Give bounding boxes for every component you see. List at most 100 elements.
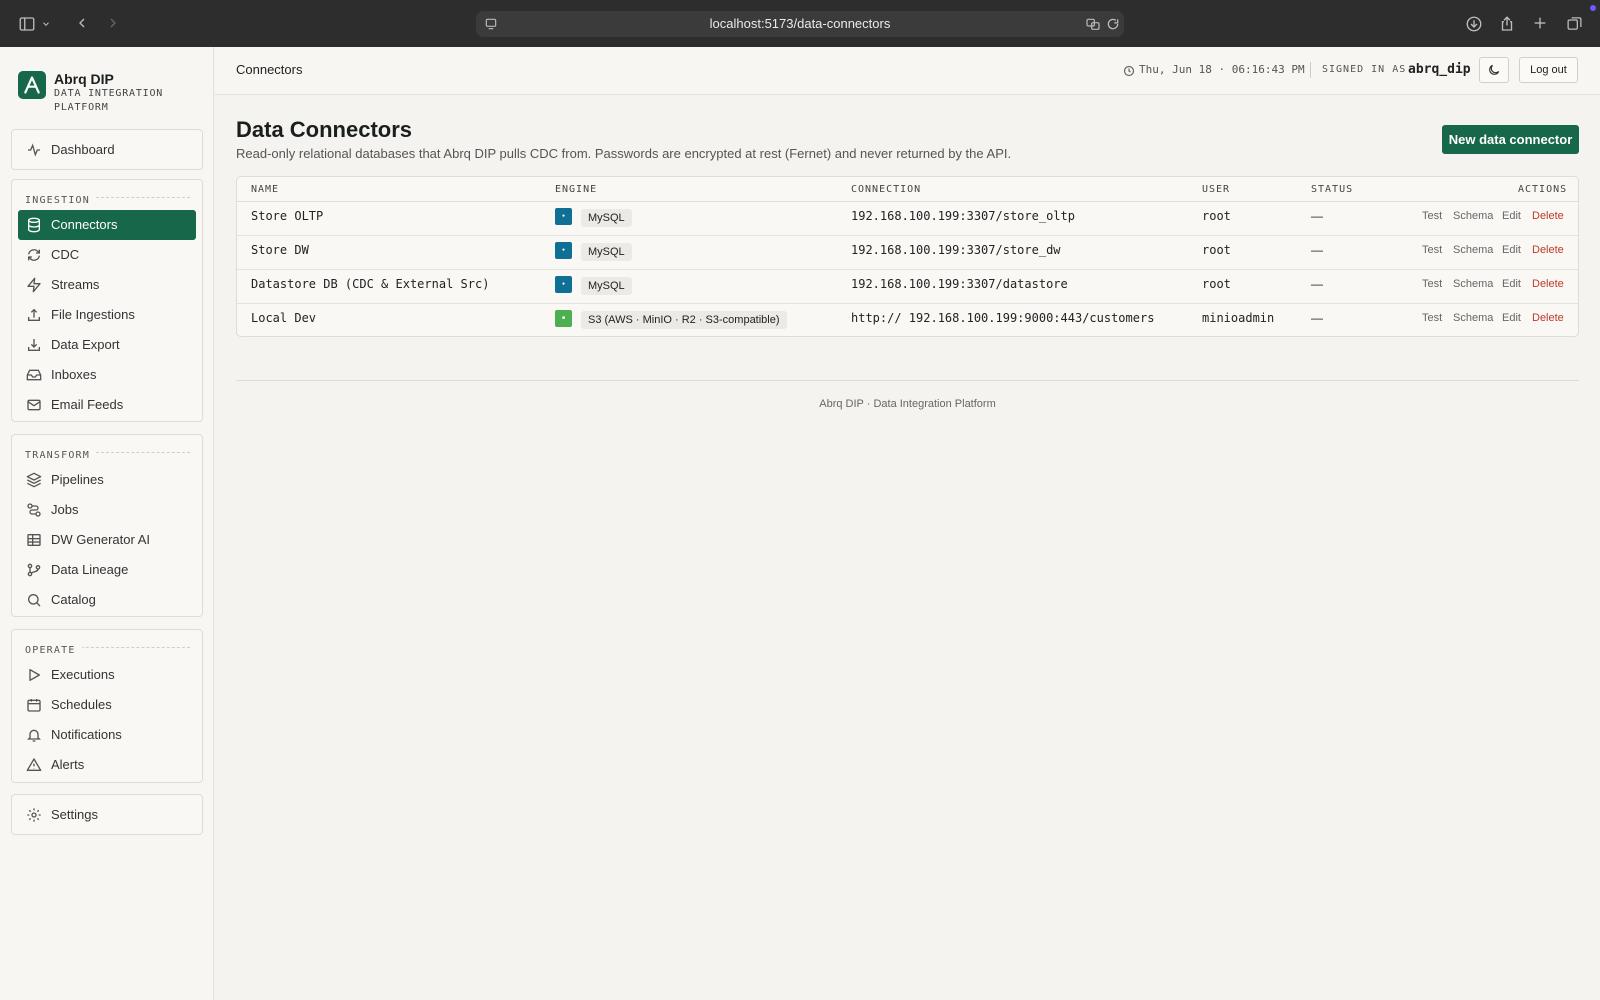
schema-button[interactable]: Schema	[1453, 202, 1493, 230]
sidebar-item-data-lineage[interactable]: Data Lineage	[18, 555, 196, 585]
sidebar-item-executions[interactable]: Executions	[18, 660, 196, 690]
connection-string: http:// 192.168.100.199:9000:443/custome…	[851, 311, 1155, 325]
page-description: Read-only relational databases that Abrq…	[236, 146, 1012, 161]
layers-icon	[26, 472, 42, 488]
reload-icon[interactable]	[1104, 15, 1122, 33]
current-datetime: Thu, Jun 18 · 06:16:43 PM	[1139, 63, 1305, 76]
sidebar-item-connectors[interactable]: Connectors	[18, 210, 196, 240]
mail-icon	[26, 397, 42, 413]
brand[interactable]: Abrq DIP DATA INTEGRATION PLATFORM	[18, 71, 208, 121]
theme-toggle-button[interactable]	[1479, 57, 1509, 83]
sidebar-item-label: DW Generator AI	[51, 532, 150, 547]
delete-button[interactable]: Delete	[1532, 236, 1564, 264]
column-header-user: USER	[1202, 184, 1231, 195]
sidebar-item-streams[interactable]: Streams	[18, 270, 196, 300]
test-button[interactable]: Test	[1422, 236, 1442, 264]
sidebar-item-file-ingestions[interactable]: File Ingestions	[18, 300, 196, 330]
sidebar-item-notifications[interactable]: Notifications	[18, 720, 196, 750]
sidebar-item-pipelines[interactable]: Pipelines	[18, 465, 196, 495]
sidebar-item-label: Data Export	[51, 337, 120, 352]
sidebar-item-data-export[interactable]: Data Export	[18, 330, 196, 360]
share-icon[interactable]	[1496, 13, 1518, 35]
column-header-actions: ACTIONS	[1518, 184, 1568, 195]
sidebar-item-cdc[interactable]: CDC	[18, 240, 196, 270]
connector-name: Local Dev	[251, 311, 317, 325]
moon-icon	[1489, 64, 1500, 75]
sidebar-item-label: Inboxes	[51, 367, 97, 382]
test-button[interactable]: Test	[1422, 202, 1442, 230]
address-bar[interactable]: localhost:5173/data-connectors	[476, 11, 1124, 37]
nav-section-title: OPERATE	[25, 640, 190, 656]
sidebar-item-label: Connectors	[51, 217, 118, 232]
engine-badge: S3 (AWS · MinIO · R2 · S3-compatible)	[581, 311, 787, 329]
edit-button[interactable]: Edit	[1502, 304, 1521, 332]
sidebar-item-settings[interactable]: Settings	[18, 800, 196, 830]
sidebar-item-schedules[interactable]: Schedules	[18, 690, 196, 720]
connector-status: —	[1311, 277, 1323, 291]
sidebar-toggle-icon[interactable]	[16, 13, 38, 35]
new-tab-icon[interactable]	[1529, 13, 1551, 35]
username: abrq_dip	[1408, 62, 1471, 77]
gear-icon	[26, 807, 42, 823]
mysql-icon: ●	[555, 242, 572, 259]
alert-triangle-icon	[26, 757, 42, 773]
table-row[interactable]: Datastore DB (CDC & External Src) ● MySQ…	[237, 270, 1578, 304]
sidebar-item-inboxes[interactable]: Inboxes	[18, 360, 196, 390]
nav-section-title: TRANSFORM	[25, 445, 190, 461]
browser-toolbar: localhost:5173/data-connectors	[0, 0, 1600, 47]
connector-user: minioadmin	[1202, 311, 1275, 325]
translate-icon[interactable]	[1084, 15, 1102, 33]
notification-dot	[1590, 5, 1596, 11]
edit-button[interactable]: Edit	[1502, 202, 1521, 230]
sidebar-item-label: Notifications	[51, 727, 122, 742]
zap-icon	[26, 277, 42, 293]
delete-button[interactable]: Delete	[1532, 202, 1564, 230]
schema-button[interactable]: Schema	[1453, 304, 1493, 332]
sidebar-item-label: Dashboard	[51, 142, 115, 157]
connector-name: Store DW	[251, 243, 309, 257]
delete-button[interactable]: Delete	[1532, 304, 1564, 332]
column-header-connection: CONNECTION	[851, 184, 922, 195]
top-header: Connectors Thu, Jun 18 · 06:16:43 PM SIG…	[215, 47, 1600, 95]
sidebar-item-jobs[interactable]: Jobs	[18, 495, 196, 525]
nav-group-operate: OPERATE Executions Schedules Notificatio…	[11, 629, 203, 783]
sidebar-item-alerts[interactable]: Alerts	[18, 750, 196, 780]
nav-section-title: INGESTION	[25, 190, 190, 206]
edit-button[interactable]: Edit	[1502, 236, 1521, 264]
column-header-engine: ENGINE	[555, 184, 598, 195]
play-icon	[26, 667, 42, 683]
chevron-down-icon[interactable]	[40, 13, 52, 35]
forward-arrow-icon[interactable]	[102, 13, 124, 35]
connector-user: root	[1202, 209, 1231, 223]
schema-button[interactable]: Schema	[1453, 236, 1493, 264]
downloads-icon[interactable]	[1463, 13, 1485, 35]
table-row[interactable]: Local Dev ■ S3 (AWS · MinIO · R2 · S3-co…	[237, 304, 1578, 336]
connector-user: root	[1202, 243, 1231, 257]
edit-button[interactable]: Edit	[1502, 270, 1521, 298]
new-data-connector-button[interactable]: New data connector	[1442, 125, 1579, 154]
delete-button[interactable]: Delete	[1532, 270, 1564, 298]
table-row[interactable]: Store DW ● MySQL 192.168.100.199:3307/st…	[237, 236, 1578, 270]
back-arrow-icon[interactable]	[71, 13, 93, 35]
test-button[interactable]: Test	[1422, 304, 1442, 332]
logout-button[interactable]: Log out	[1519, 57, 1578, 83]
search-icon	[26, 592, 42, 608]
test-button[interactable]: Test	[1422, 270, 1442, 298]
connection-string: 192.168.100.199:3307/store_oltp	[851, 209, 1075, 223]
sidebar-item-label: Streams	[51, 277, 100, 292]
tab-overview-icon[interactable]	[1563, 13, 1585, 35]
table-row[interactable]: Store OLTP ● MySQL 192.168.100.199:3307/…	[237, 202, 1578, 236]
database-icon	[26, 217, 42, 233]
column-header-status: STATUS	[1311, 184, 1354, 195]
footer-divider	[236, 380, 1579, 381]
sidebar-item-dashboard[interactable]: Dashboard	[18, 135, 196, 165]
sidebar-item-dw-generator-ai[interactable]: DW Generator AI	[18, 525, 196, 555]
sidebar-item-label: Data Lineage	[51, 562, 129, 577]
sidebar-item-email-feeds[interactable]: Email Feeds	[18, 390, 196, 420]
bell-icon	[26, 727, 42, 743]
schema-button[interactable]: Schema	[1453, 270, 1493, 298]
sidebar-item-catalog[interactable]: Catalog	[18, 585, 196, 615]
nav-group-top: Dashboard	[11, 129, 203, 170]
connector-status: —	[1311, 209, 1323, 223]
sidebar-item-label: Email Feeds	[51, 397, 124, 412]
